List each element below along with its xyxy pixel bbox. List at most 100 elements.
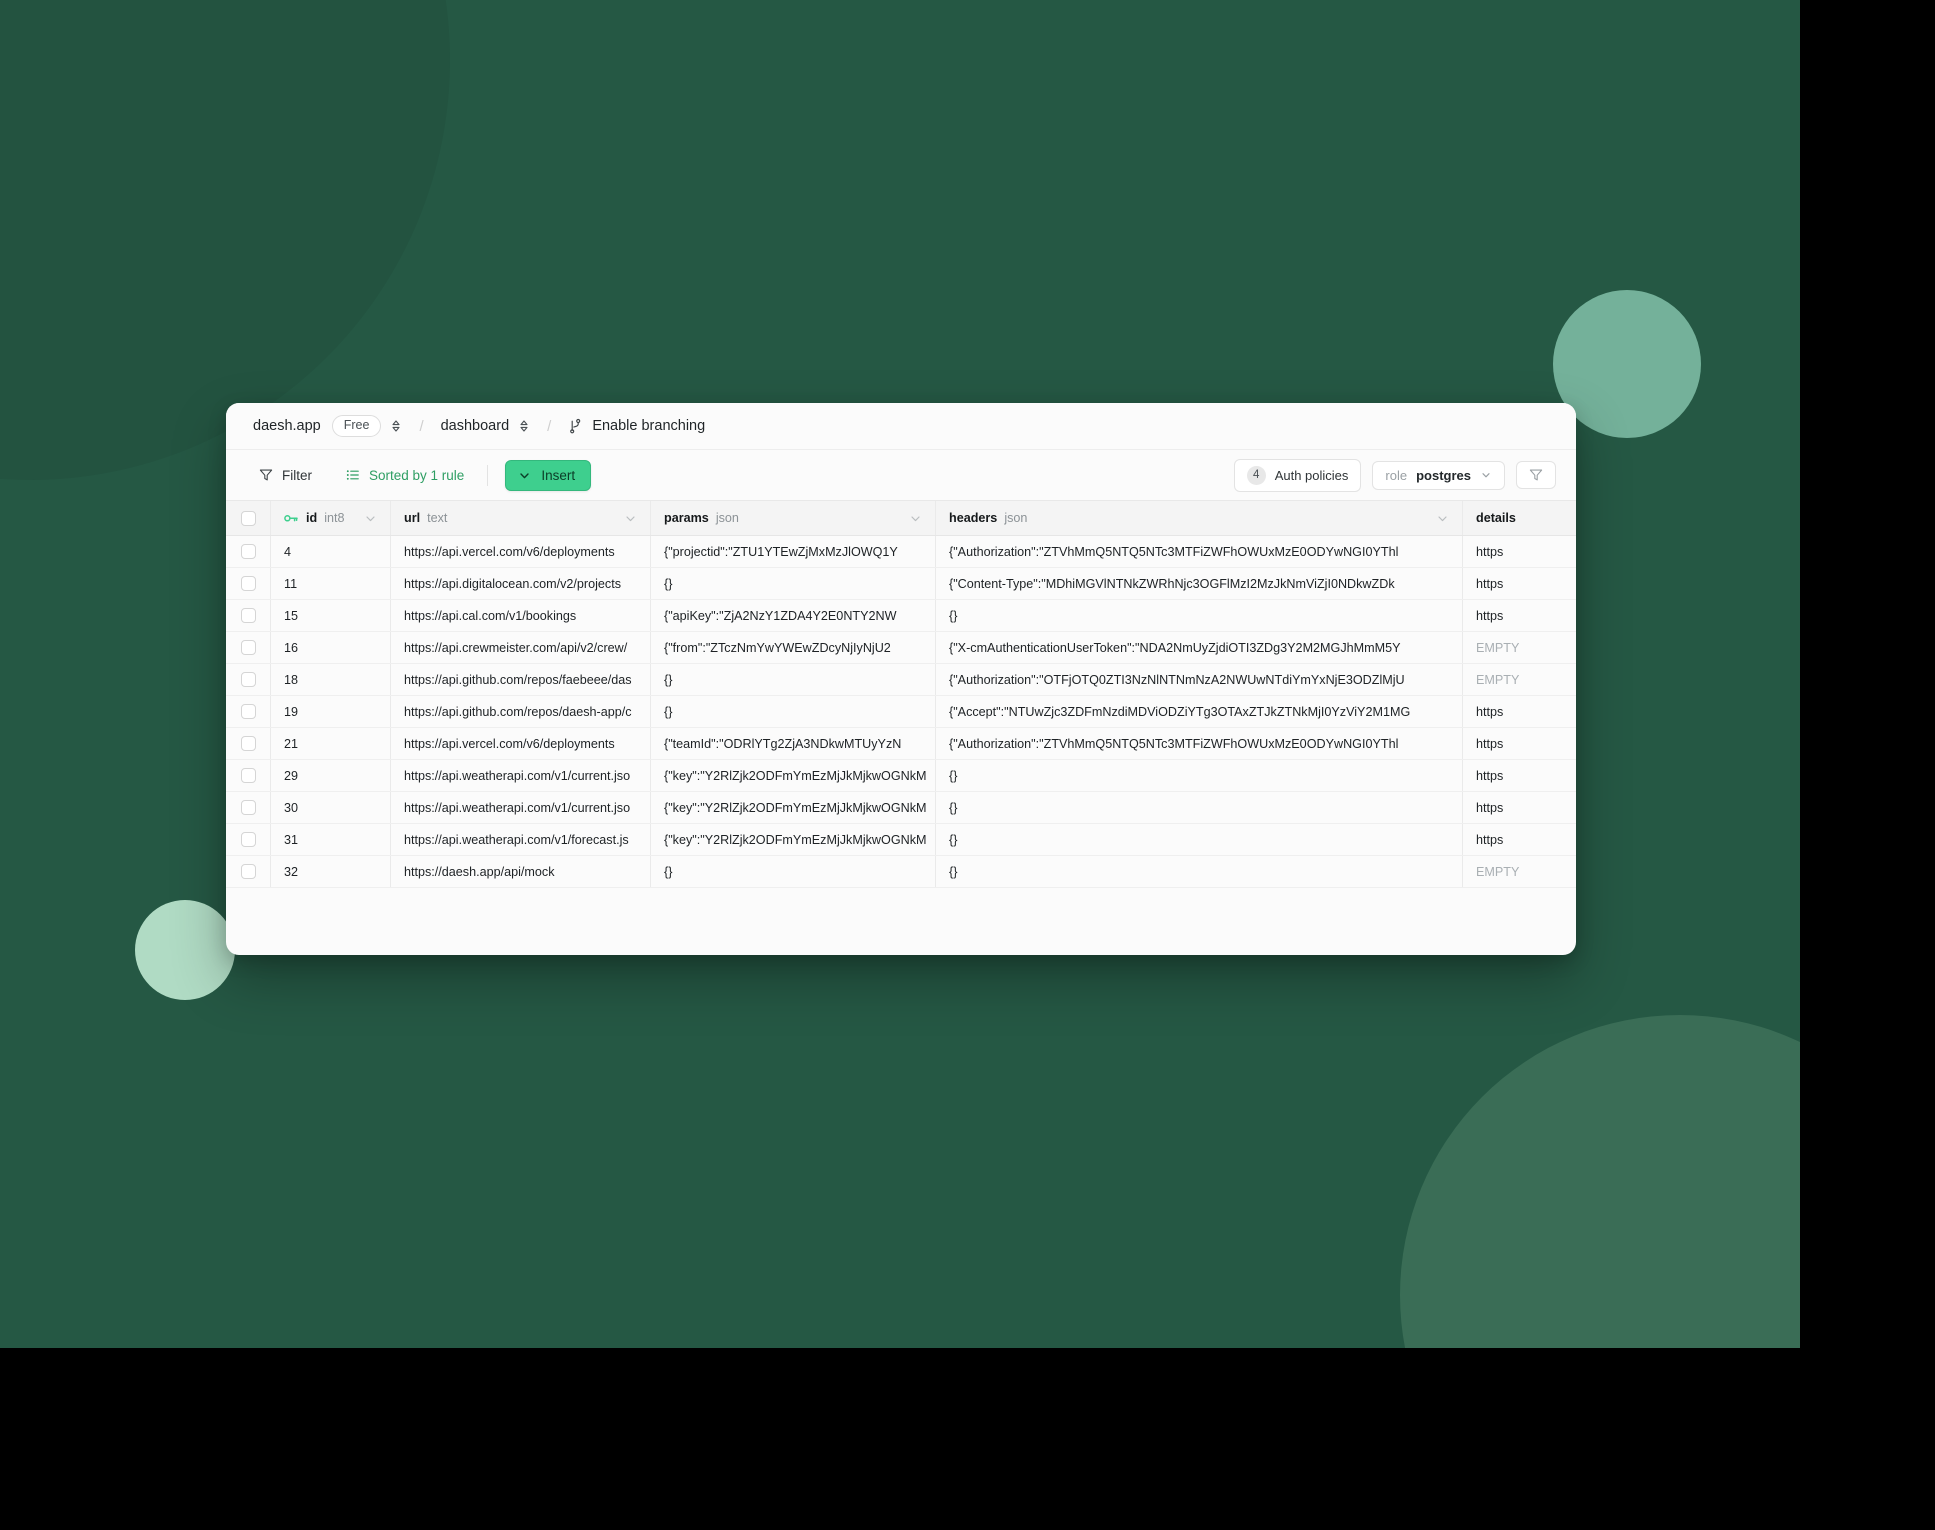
- row-checkbox[interactable]: [240, 672, 256, 687]
- cell-details[interactable]: https: [1463, 760, 1576, 791]
- column-header-headers[interactable]: headers json: [936, 501, 1463, 535]
- column-header-url[interactable]: url text: [391, 501, 651, 535]
- table-row[interactable]: 30 https://api.weatherapi.com/v1/current.…: [226, 792, 1576, 824]
- cell-headers[interactable]: {}: [936, 760, 1463, 791]
- row-select-cell[interactable]: [226, 664, 271, 695]
- cell-details[interactable]: https: [1463, 536, 1576, 567]
- row-checkbox[interactable]: [240, 832, 256, 847]
- chevron-down-icon[interactable]: [624, 512, 637, 525]
- row-select-cell[interactable]: [226, 792, 271, 823]
- row-select-cell[interactable]: [226, 760, 271, 791]
- table-row[interactable]: 19 https://api.github.com/repos/daesh-app…: [226, 696, 1576, 728]
- cell-id[interactable]: 16: [271, 632, 391, 663]
- table-row[interactable]: 11 https://api.digitalocean.com/v2/projec…: [226, 568, 1576, 600]
- row-select-cell[interactable]: [226, 536, 271, 567]
- cell-params[interactable]: {"key":"Y2RlZjk2ODFmYmEzMjJkMjkwOGNkM: [651, 792, 936, 823]
- breadcrumb-branch-name[interactable]: dashboard: [441, 418, 510, 434]
- table-row[interactable]: 15 https://api.cal.com/v1/bookings {"apiKe…: [226, 600, 1576, 632]
- cell-params[interactable]: {"apiKey":"ZjA2NzY1ZDA4Y2E0NTY2NW: [651, 600, 936, 631]
- column-header-params[interactable]: params json: [651, 501, 936, 535]
- auth-policies-button[interactable]: 4 Auth policies: [1233, 458, 1362, 492]
- row-checkbox[interactable]: [240, 576, 256, 591]
- row-select-cell[interactable]: [226, 632, 271, 663]
- cell-url[interactable]: https://api.weatherapi.com/v1/current.js…: [391, 760, 651, 791]
- cell-url[interactable]: https://daesh.app/api/mock: [391, 856, 651, 887]
- cell-details[interactable]: EMPTY: [1463, 664, 1576, 695]
- cell-id[interactable]: 11: [271, 568, 391, 599]
- cell-params[interactable]: {}: [651, 568, 936, 599]
- cell-id[interactable]: 15: [271, 600, 391, 631]
- cell-details[interactable]: https: [1463, 824, 1576, 855]
- cell-url[interactable]: https://api.vercel.com/v6/deployments: [391, 728, 651, 759]
- cell-details[interactable]: https: [1463, 792, 1576, 823]
- cell-headers[interactable]: {}: [936, 856, 1463, 887]
- enable-branching-button[interactable]: Enable branching: [568, 418, 705, 434]
- chevron-down-icon[interactable]: [909, 512, 922, 525]
- cell-details[interactable]: EMPTY: [1463, 632, 1576, 663]
- role-selector[interactable]: role postgres: [1372, 460, 1505, 490]
- cell-id[interactable]: 4: [271, 536, 391, 567]
- plan-badge[interactable]: Free: [331, 414, 382, 438]
- branch-switcher-icon[interactable]: [518, 418, 530, 434]
- table-row[interactable]: 18 https://api.github.com/repos/faebeee/d…: [226, 664, 1576, 696]
- select-all-checkbox[interactable]: [240, 510, 256, 526]
- cell-headers[interactable]: {"Authorization":"ZTVhMmQ5NTQ5NTc3MTFiZW…: [936, 728, 1463, 759]
- row-select-cell[interactable]: [226, 856, 271, 887]
- row-select-cell[interactable]: [226, 696, 271, 727]
- cell-url[interactable]: https://api.cal.com/v1/bookings: [391, 600, 651, 631]
- row-checkbox[interactable]: [240, 736, 256, 751]
- cell-headers[interactable]: {}: [936, 600, 1463, 631]
- cell-params[interactable]: {"from":"ZTczNmYwYWEwZDcyNjIyNjU2: [651, 632, 936, 663]
- table-row[interactable]: 32 https://daesh.app/api/mock{}{} EMPTY: [226, 856, 1576, 888]
- filter-button[interactable]: Filter: [253, 463, 318, 488]
- cell-headers[interactable]: {"Authorization":"ZTVhMmQ5NTQ5NTc3MTFiZW…: [936, 536, 1463, 567]
- row-select-cell[interactable]: [226, 600, 271, 631]
- chevron-down-icon[interactable]: [364, 512, 377, 525]
- row-select-cell[interactable]: [226, 568, 271, 599]
- cell-id[interactable]: 31: [271, 824, 391, 855]
- cell-id[interactable]: 30: [271, 792, 391, 823]
- cell-params[interactable]: {}: [651, 664, 936, 695]
- cell-details[interactable]: https: [1463, 728, 1576, 759]
- breadcrumb-project-name[interactable]: daesh.app: [253, 418, 321, 434]
- column-header-details[interactable]: details: [1463, 501, 1576, 535]
- table-row[interactable]: 31 https://api.weatherapi.com/v1/forecast…: [226, 824, 1576, 856]
- cell-details[interactable]: https: [1463, 696, 1576, 727]
- cell-id[interactable]: 32: [271, 856, 391, 887]
- cell-params[interactable]: {"key":"Y2RlZjk2ODFmYmEzMjJkMjkwOGNkM: [651, 824, 936, 855]
- select-all-checkbox-cell[interactable]: [226, 501, 271, 535]
- row-checkbox[interactable]: [240, 544, 256, 559]
- table-row[interactable]: 21 https://api.vercel.com/v6/deployments {…: [226, 728, 1576, 760]
- cell-id[interactable]: 21: [271, 728, 391, 759]
- cell-headers[interactable]: {"Content-Type":"MDhiMGVlNTNkZWRhNjc3OGF…: [936, 568, 1463, 599]
- row-checkbox[interactable]: [240, 768, 256, 783]
- cell-details[interactable]: EMPTY: [1463, 856, 1576, 887]
- row-checkbox[interactable]: [240, 704, 256, 719]
- cell-url[interactable]: https://api.github.com/repos/faebeee/das: [391, 664, 651, 695]
- project-switcher-icon[interactable]: [390, 418, 402, 434]
- row-select-cell[interactable]: [226, 824, 271, 855]
- cell-url[interactable]: https://api.crewmeister.com/api/v2/crew/: [391, 632, 651, 663]
- cell-params[interactable]: {"key":"Y2RlZjk2ODFmYmEzMjJkMjkwOGNkM: [651, 760, 936, 791]
- cell-params[interactable]: {"projectid":"ZTU1YTEwZjMxMzJlOWQ1Y: [651, 536, 936, 567]
- cell-params[interactable]: {}: [651, 696, 936, 727]
- cell-id[interactable]: 29: [271, 760, 391, 791]
- cell-headers[interactable]: {}: [936, 792, 1463, 823]
- cell-details[interactable]: https: [1463, 600, 1576, 631]
- cell-headers[interactable]: {"X-cmAuthenticationUserToken":"NDA2NmUy…: [936, 632, 1463, 663]
- cell-url[interactable]: https://api.digitalocean.com/v2/projects: [391, 568, 651, 599]
- table-row[interactable]: 16 https://api.crewmeister.com/api/v2/cre…: [226, 632, 1576, 664]
- cell-headers[interactable]: {}: [936, 824, 1463, 855]
- cell-url[interactable]: https://api.weatherapi.com/v1/current.js…: [391, 792, 651, 823]
- cell-details[interactable]: https: [1463, 568, 1576, 599]
- cell-url[interactable]: https://api.weatherapi.com/v1/forecast.j…: [391, 824, 651, 855]
- row-checkbox[interactable]: [240, 864, 256, 879]
- insert-button[interactable]: Insert: [505, 459, 592, 491]
- cell-params[interactable]: {}: [651, 856, 936, 887]
- row-checkbox[interactable]: [240, 640, 256, 655]
- chevron-down-icon[interactable]: [1436, 512, 1449, 525]
- row-checkbox[interactable]: [240, 800, 256, 815]
- row-select-cell[interactable]: [226, 728, 271, 759]
- table-row[interactable]: 4 https://api.vercel.com/v6/deployments {"…: [226, 536, 1576, 568]
- filter-pill-button[interactable]: [1516, 461, 1556, 489]
